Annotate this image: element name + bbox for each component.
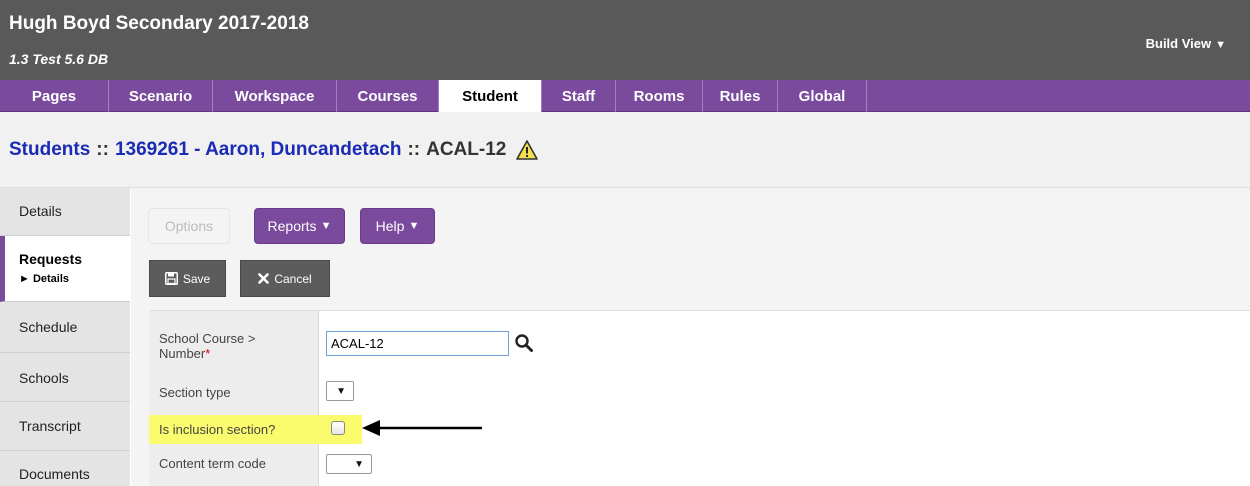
sidebar-item-label: Documents bbox=[19, 466, 90, 482]
help-label: Help bbox=[375, 218, 405, 234]
caret-down-icon: ▼ bbox=[408, 220, 420, 232]
caret-down-icon: ▼ bbox=[320, 220, 332, 232]
tab-student[interactable]: Student bbox=[439, 80, 542, 112]
sidebar-subitem-details[interactable]: ► Details bbox=[19, 273, 69, 285]
breadcrumb-area: Students :: 1369261 - Aaron, Duncandetac… bbox=[0, 112, 1250, 188]
sidebar-item-schedule[interactable]: Schedule bbox=[0, 302, 130, 353]
help-button[interactable]: Help ▼ bbox=[360, 208, 435, 244]
content-term-code-select[interactable]: ▼ bbox=[326, 454, 372, 474]
search-icon[interactable] bbox=[514, 333, 534, 353]
tab-label: Pages bbox=[31, 87, 77, 105]
inclusion-section-checkbox[interactable] bbox=[331, 421, 345, 435]
save-button[interactable]: Save bbox=[149, 260, 226, 297]
reports-label: Reports bbox=[267, 218, 317, 234]
sidebar-item-label: Details bbox=[19, 203, 62, 219]
sidebar-item-details[interactable]: Details bbox=[0, 188, 130, 236]
sidebar-item-label: Transcript bbox=[19, 418, 81, 434]
tab-label: Rooms bbox=[633, 87, 685, 105]
chevron-down-icon: ▼ bbox=[336, 385, 346, 397]
cancel-label: Cancel bbox=[274, 271, 312, 286]
tab-label: Global bbox=[798, 87, 846, 105]
tab-label: Workspace bbox=[234, 87, 315, 105]
tab-label: Rules bbox=[719, 87, 761, 105]
breadcrumb-current-course: ACAL-12 bbox=[426, 139, 507, 160]
breadcrumb-separator: :: bbox=[407, 139, 421, 160]
side-nav: Details Requests ► Details Schedule Scho… bbox=[0, 188, 130, 486]
sidebar-item-label: Schedule bbox=[19, 319, 78, 335]
chevron-down-icon: ▼ bbox=[354, 458, 364, 470]
tab-label: Staff bbox=[561, 87, 596, 105]
sidebar-item-transcript[interactable]: Transcript bbox=[0, 402, 130, 451]
arrow-left-icon bbox=[362, 420, 482, 436]
tab-label: Courses bbox=[357, 87, 418, 105]
school-course-label: School Course > Number* bbox=[159, 331, 255, 361]
tab-scenario[interactable]: Scenario bbox=[109, 80, 213, 112]
request-form: School Course > Number* Section type ▼ I… bbox=[149, 310, 1250, 486]
tab-workspace[interactable]: Workspace bbox=[213, 80, 337, 112]
breadcrumb-separator: :: bbox=[96, 139, 109, 160]
sidebar-item-label: Requests bbox=[19, 251, 83, 267]
sidebar-item-documents[interactable]: Documents bbox=[0, 451, 130, 486]
database-subtitle: 1.3 Test 5.6 DB bbox=[9, 51, 109, 67]
sidebar-item-schools[interactable]: Schools bbox=[0, 353, 130, 402]
options-label: Options bbox=[164, 218, 214, 234]
top-nav: Pages Scenario Workspace Courses Student… bbox=[0, 80, 1250, 112]
section-type-label: Section type bbox=[159, 385, 231, 400]
sidebar-item-requests[interactable]: Requests ► Details bbox=[0, 236, 130, 302]
build-view-label: Build View bbox=[1145, 36, 1212, 51]
required-marker: * bbox=[205, 346, 211, 361]
inclusion-section-label: Is inclusion section? bbox=[159, 422, 276, 437]
app-header: Hugh Boyd Secondary 2017-2018 1.3 Test 5… bbox=[0, 0, 1250, 80]
school-title: Hugh Boyd Secondary 2017-2018 bbox=[9, 13, 309, 34]
school-course-label-line2: Number bbox=[159, 346, 206, 361]
cancel-button[interactable]: Cancel bbox=[240, 260, 330, 297]
tab-pages[interactable]: Pages bbox=[0, 80, 109, 112]
build-view-menu[interactable]: Build View ▼ bbox=[1146, 36, 1226, 51]
caret-down-icon: ▼ bbox=[1215, 39, 1226, 51]
breadcrumb-students-link[interactable]: Students bbox=[9, 139, 90, 161]
section-type-select[interactable]: ▼ bbox=[326, 381, 354, 401]
tab-global[interactable]: Global bbox=[778, 80, 867, 112]
school-course-label-line1: School Course > bbox=[159, 331, 256, 346]
save-label: Save bbox=[182, 271, 211, 286]
sidebar-item-label: Schools bbox=[19, 370, 69, 386]
reports-button[interactable]: Reports ▼ bbox=[254, 208, 345, 244]
tab-rules[interactable]: Rules bbox=[703, 80, 778, 112]
tab-staff[interactable]: Staff bbox=[542, 80, 616, 112]
close-icon bbox=[258, 273, 270, 284]
tab-label: Student bbox=[462, 87, 518, 105]
options-button[interactable]: Options bbox=[148, 208, 230, 244]
school-course-number-input[interactable] bbox=[326, 331, 509, 356]
tab-label: Scenario bbox=[128, 87, 193, 105]
tab-courses[interactable]: Courses bbox=[337, 80, 439, 112]
floppy-disk-icon bbox=[164, 272, 178, 285]
tab-rooms[interactable]: Rooms bbox=[616, 80, 703, 112]
breadcrumb: Students :: 1369261 - Aaron, Duncandetac… bbox=[9, 139, 539, 161]
main-content: Options Reports ▼ Help ▼ Save Cancel Schoo… bbox=[131, 188, 1250, 486]
content-term-code-label: Content term code bbox=[159, 456, 266, 471]
breadcrumb-student-link[interactable]: 1369261 - Aaron, Duncandetach bbox=[115, 139, 402, 161]
warning-icon bbox=[516, 140, 539, 160]
